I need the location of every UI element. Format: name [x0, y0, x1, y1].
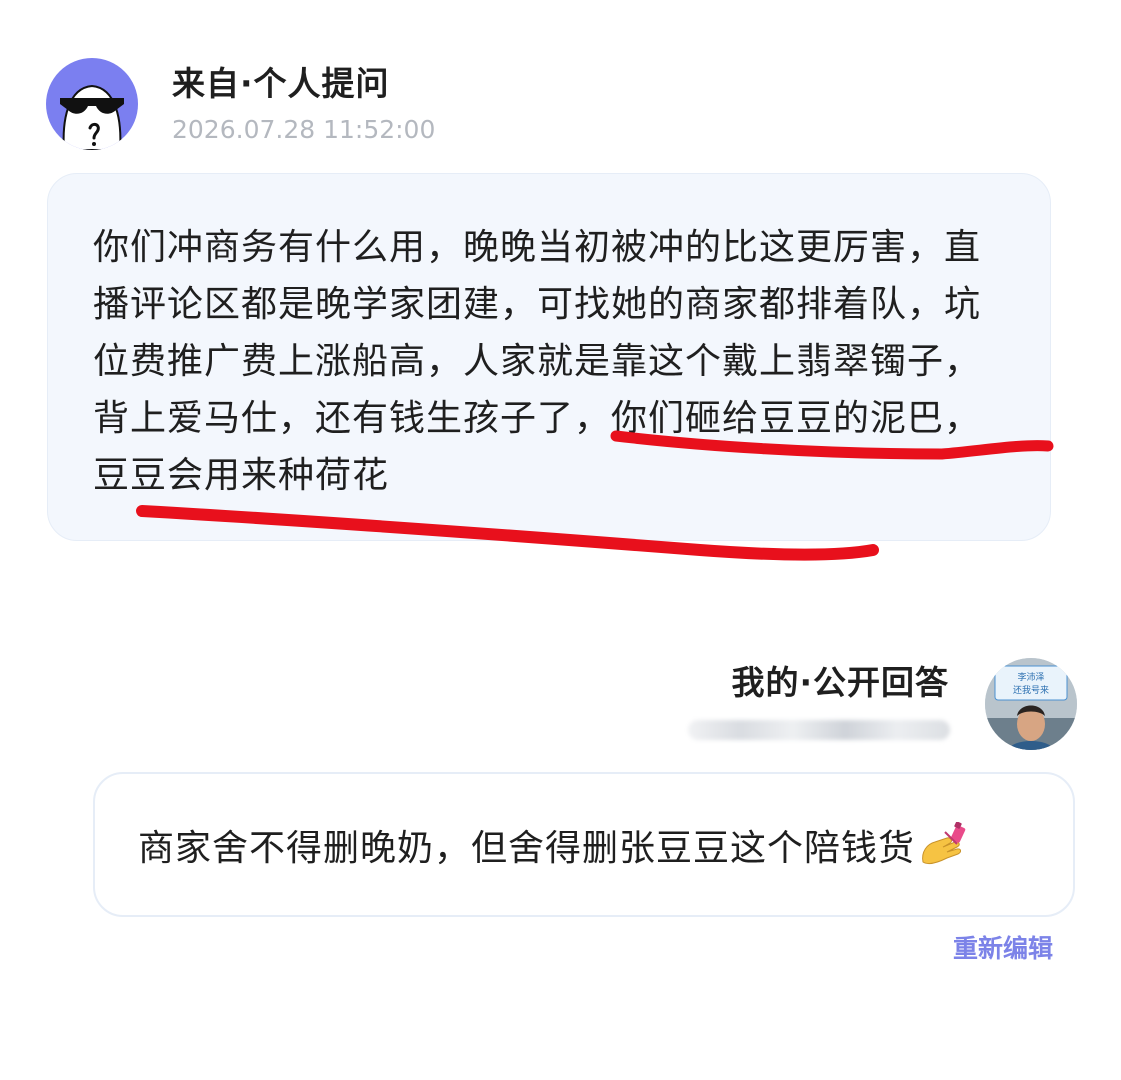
answer-label: 我的·公开回答 [731, 663, 949, 702]
blurred-answer-meta [688, 720, 950, 740]
answer-text: 商家舍不得删晚奶，但舍得删张豆豆这个陪钱货 [138, 828, 916, 869]
svg-text:李沛泽: 李沛泽 [1017, 671, 1044, 683]
answer-text-line: 商家舍不得删晚奶，但舍得删张豆豆这个陪钱货 [138, 822, 969, 874]
nail-polish-icon [922, 822, 966, 865]
svg-text:还我号来: 还我号来 [1013, 684, 1049, 696]
question-source-label: 来自·个人提问 [172, 64, 390, 103]
question-text: 你们冲商务有什么用，晚晚当初被冲的比这更厉害，直播评论区都是晚学家团建，可找她的… [93, 227, 982, 496]
re-edit-link[interactable]: 重新编辑 [953, 933, 1053, 965]
asker-avatar[interactable] [46, 58, 138, 150]
profile-photo-icon: 李沛泽 还我号来 [985, 658, 1077, 750]
my-avatar[interactable]: 李沛泽 还我号来 [985, 658, 1077, 750]
question-timestamp: 2026.07.28 11:52:00 [172, 115, 436, 144]
sunglasses-face-icon [46, 58, 138, 150]
